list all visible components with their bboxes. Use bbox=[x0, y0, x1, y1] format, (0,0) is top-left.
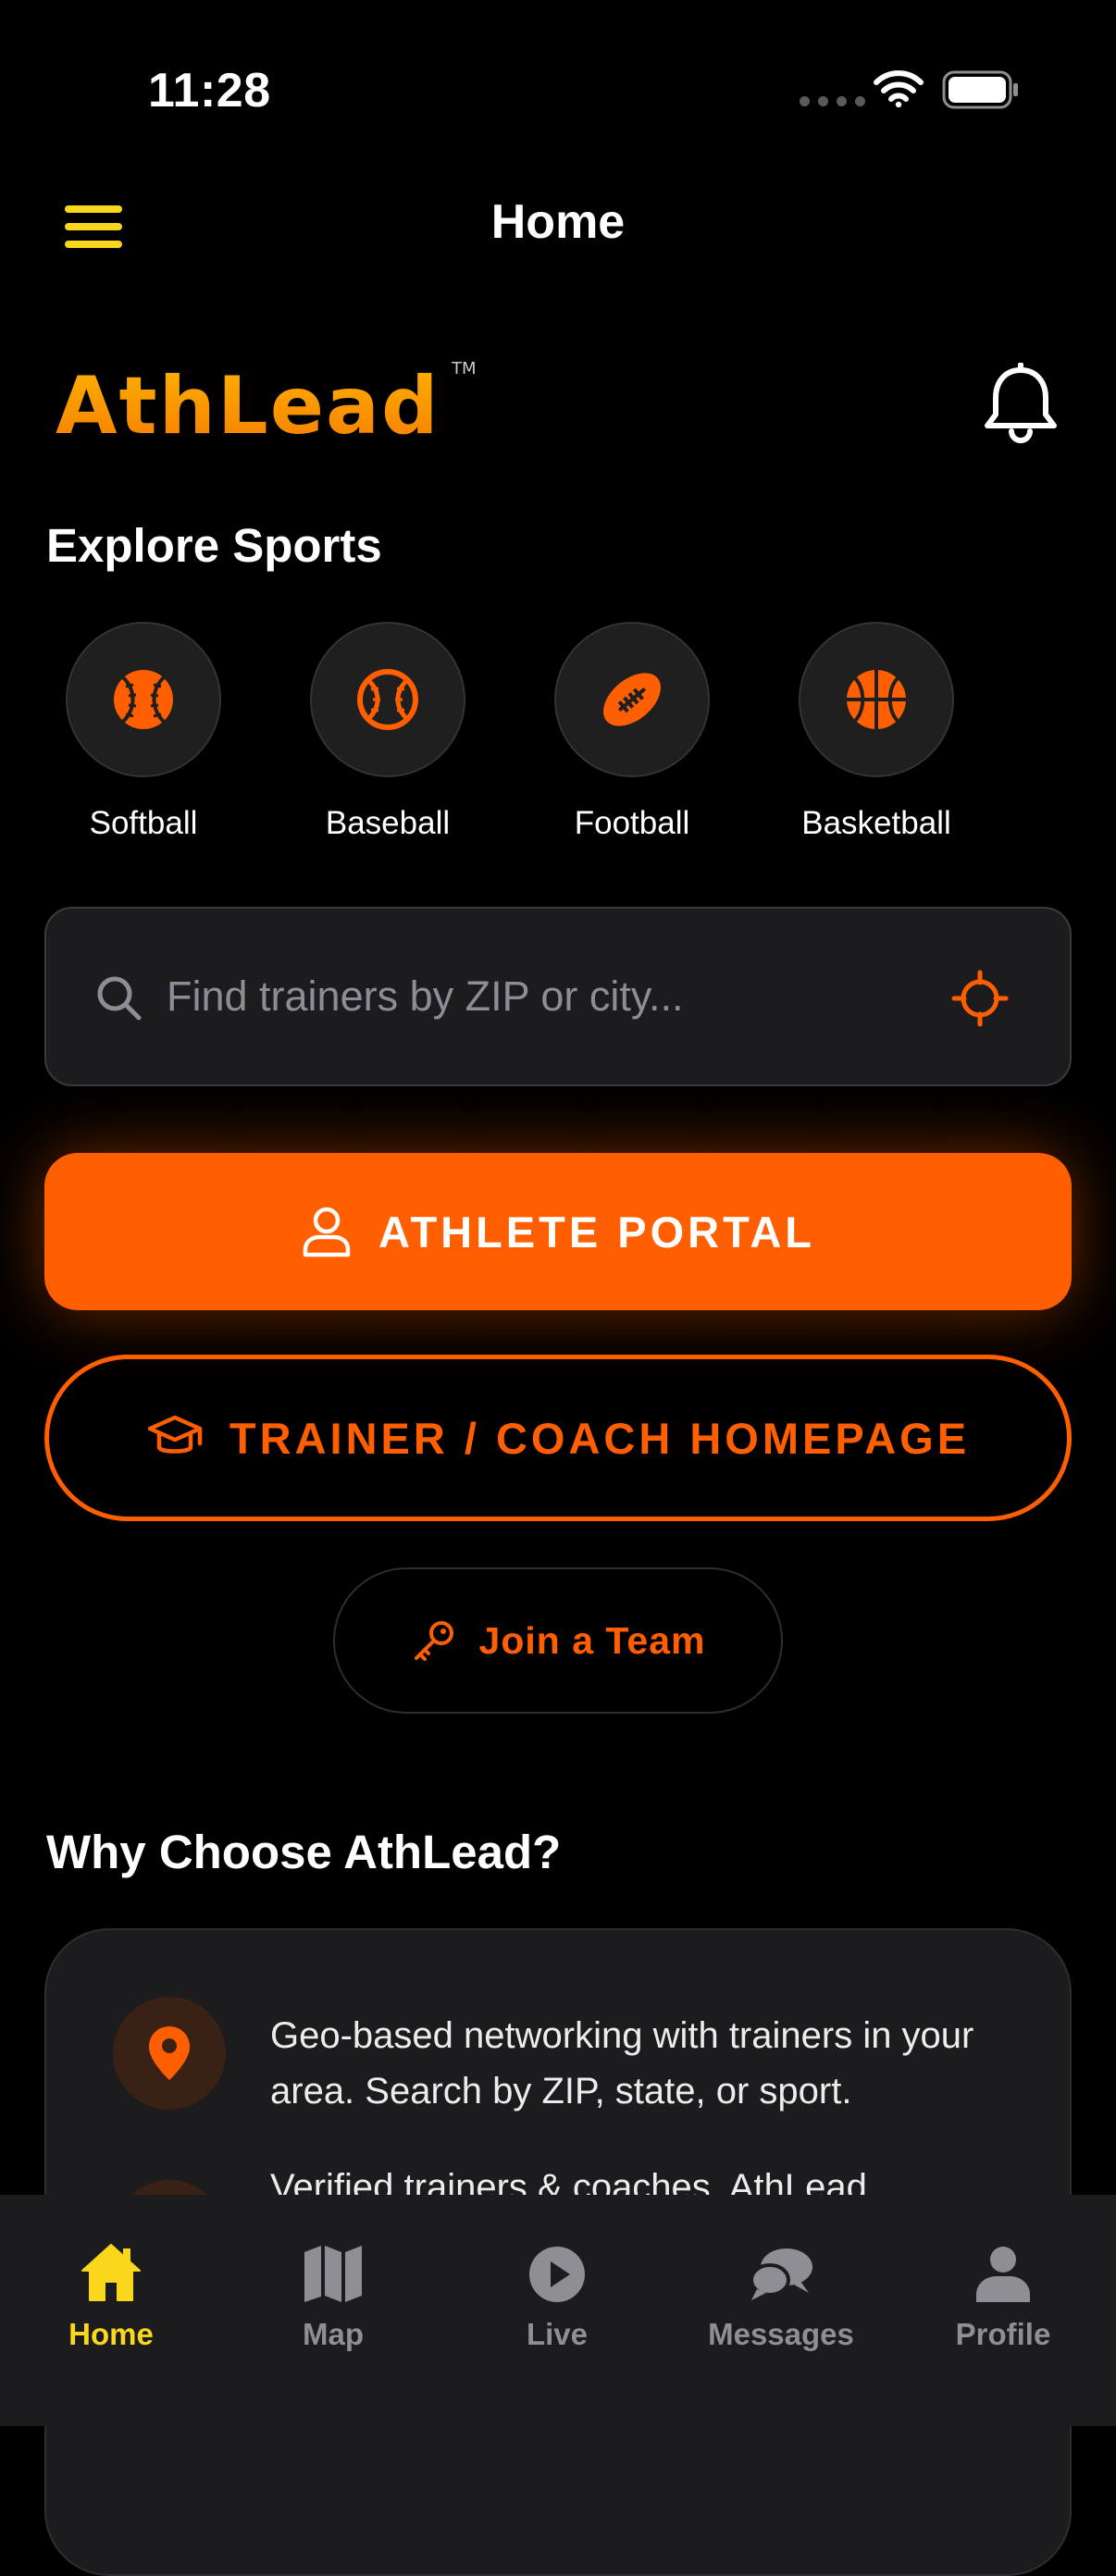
sport-football-button[interactable] bbox=[554, 622, 710, 777]
page-title: Home bbox=[490, 195, 626, 249]
football-icon bbox=[603, 673, 661, 726]
softball-icon bbox=[114, 670, 173, 729]
tab-map[interactable]: Map bbox=[231, 2230, 435, 2352]
bottom-tab-bar: Home Map Live Messages Profile bbox=[0, 2195, 1116, 2426]
sport-label: Baseball bbox=[325, 805, 451, 841]
sport-basketball[interactable]: Basketball bbox=[765, 622, 987, 842]
cellular-signal-icon bbox=[800, 96, 865, 106]
map-icon bbox=[304, 2246, 362, 2302]
sport-label: Basketball bbox=[801, 805, 951, 841]
sport-football[interactable]: Football bbox=[521, 622, 743, 842]
location-pin-icon bbox=[149, 2026, 190, 2080]
sport-baseball-button[interactable] bbox=[310, 622, 465, 777]
tab-label: Live bbox=[526, 2317, 589, 2351]
profile-icon bbox=[976, 2247, 1030, 2302]
tab-label: Profile bbox=[955, 2317, 1051, 2351]
tab-label: Messages bbox=[708, 2317, 854, 2351]
sport-softball[interactable]: Softball bbox=[32, 622, 254, 842]
wifi-icon bbox=[874, 70, 924, 107]
locate-me-icon[interactable] bbox=[951, 970, 1009, 1027]
logo-trademark: TM bbox=[451, 359, 477, 378]
home-icon bbox=[81, 2244, 141, 2301]
sport-basketball-button[interactable] bbox=[799, 622, 954, 777]
basketball-icon bbox=[847, 670, 906, 729]
join-team-button[interactable]: Join a Team bbox=[333, 1567, 783, 1714]
messages-icon bbox=[750, 2248, 812, 2300]
search-icon bbox=[97, 976, 142, 1021]
tab-label: Home bbox=[68, 2317, 154, 2351]
search-input[interactable] bbox=[167, 962, 962, 1031]
feature-text: Geo-based networking with trainers in yo… bbox=[270, 2015, 974, 2112]
play-icon bbox=[529, 2247, 585, 2302]
tab-messages[interactable]: Messages bbox=[679, 2230, 883, 2352]
baseball-icon bbox=[357, 669, 418, 730]
logo-wordmark: AthLead bbox=[56, 360, 440, 452]
user-icon bbox=[303, 1207, 351, 1257]
sport-baseball[interactable]: Baseball bbox=[277, 622, 499, 842]
tab-home[interactable]: Home bbox=[9, 2230, 213, 2352]
notification-bell-icon[interactable] bbox=[981, 363, 1060, 444]
tab-profile[interactable]: Profile bbox=[901, 2230, 1105, 2352]
graduation-cap-icon bbox=[147, 1415, 203, 1454]
join-team-label: Join a Team bbox=[478, 1618, 706, 1662]
trainer-search-bar[interactable] bbox=[44, 907, 1072, 1086]
trainer-coach-homepage-label: TRAINER / COACH HOMEPAGE bbox=[229, 1413, 971, 1463]
explore-sports-title: Explore Sports bbox=[46, 519, 382, 572]
tab-live[interactable]: Live bbox=[455, 2230, 659, 2352]
athlete-portal-label: ATHLETE PORTAL bbox=[378, 1207, 815, 1257]
key-icon bbox=[414, 1621, 453, 1661]
sport-label: Football bbox=[574, 805, 690, 841]
battery-icon bbox=[942, 70, 1018, 109]
why-choose-title: Why Choose AthLead? bbox=[46, 1826, 562, 1878]
sport-softball-button[interactable] bbox=[66, 622, 221, 777]
sport-label: Softball bbox=[89, 805, 198, 841]
status-time: 11:28 bbox=[148, 64, 271, 118]
tab-label: Map bbox=[303, 2317, 364, 2351]
feature-icon-circle bbox=[113, 1997, 226, 2110]
athlete-portal-button[interactable]: ATHLETE PORTAL bbox=[44, 1153, 1072, 1310]
trainer-coach-homepage-button[interactable]: TRAINER / COACH HOMEPAGE bbox=[44, 1355, 1072, 1521]
athlead-logo: AthLead TM bbox=[56, 359, 477, 452]
